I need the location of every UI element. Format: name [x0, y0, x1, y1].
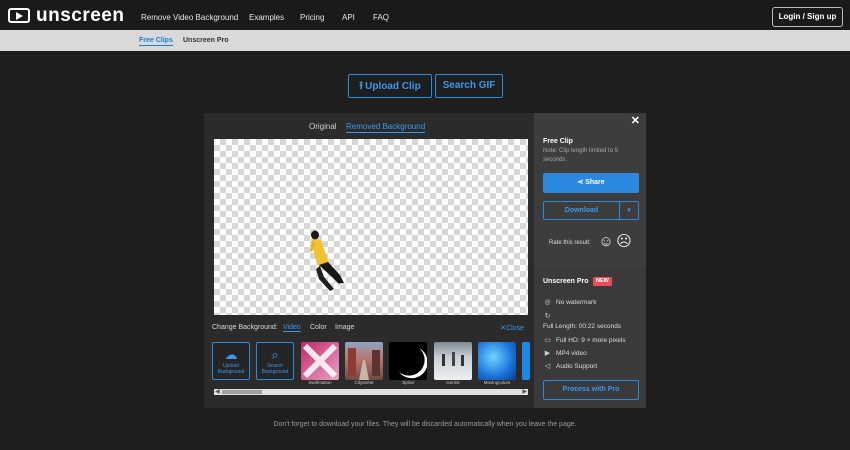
upload-clip-label: Upload Clip [365, 81, 421, 92]
spiral-shape [399, 348, 427, 379]
feature-audio: ◁ Audio Support [543, 362, 597, 370]
bg-thumb-swirlmation[interactable] [301, 342, 339, 380]
tab-original[interactable]: Original [309, 122, 337, 131]
share-button[interactable]: ⋖ Share [543, 173, 639, 193]
feature-label: Audio Support [556, 363, 598, 370]
feature-no-watermark: ◎ No watermark [543, 298, 596, 306]
sad-face-icon[interactable]: ☹ [616, 234, 632, 250]
tab-removed-background[interactable]: Removed Background [346, 122, 426, 133]
video-file-icon: ▶ [544, 350, 551, 357]
upload-icon: ⭱ [359, 80, 364, 92]
monitor-icon: ▭ [544, 337, 551, 344]
free-clip-section: ✕ Free Clip Note: Clip length limited to… [534, 113, 646, 267]
bg-thumb-caption: Movingcolors [483, 380, 511, 385]
close-label: Close [506, 325, 524, 332]
nav-link-remove-video-background[interactable]: Remove Video Background [141, 13, 238, 22]
happy-face-icon[interactable]: ☺ [598, 234, 614, 250]
free-clip-title: Free Clip [543, 138, 573, 145]
new-badge: NEW [593, 277, 612, 286]
bg-thumb-caption: Swirlmation [308, 380, 332, 385]
bg-thumb-spiral[interactable] [389, 342, 427, 380]
close-icon[interactable]: ✕ [631, 114, 640, 127]
nav-link-examples[interactable]: Examples [249, 13, 284, 22]
login-signup-button[interactable]: Login / Sign up [772, 7, 843, 27]
share-label: Share [585, 179, 605, 186]
change-background-row: Change Background: Video Color Image ✕Cl… [212, 324, 530, 336]
subject-figure [310, 230, 346, 291]
view-tabs: Original Removed Background [204, 122, 534, 136]
sub-nav: Free Clips Unscreen Pro [0, 30, 850, 51]
bg-option-image[interactable]: Image [335, 324, 354, 331]
result-side-panel: ✕ Free Clip Note: Clip length limited to… [534, 113, 646, 408]
unscreen-pro-title: Unscreen Pro [543, 278, 589, 285]
bg-thumb-caption: Citystreet [354, 380, 374, 385]
bg-thumb-partial[interactable] [522, 342, 530, 380]
scroll-right-icon[interactable]: ▶ [522, 388, 527, 395]
search-background-button[interactable]: ⌕ Search Background [256, 342, 294, 380]
bg-thumb-caption: Spiral [402, 380, 414, 385]
upload-background-label: Upload Background [217, 363, 245, 375]
thumbnail-scrollbar[interactable]: ◀ ▶ [214, 389, 528, 395]
upload-background-button[interactable]: ☁ Upload Background [212, 342, 250, 380]
feature-label: MP4 video [556, 350, 587, 357]
search-icon: ⌕ [271, 347, 279, 362]
editor-panel: Original Removed Background Change Backg… [204, 113, 534, 408]
feature-label: No watermark [556, 299, 597, 306]
close-background-panel-link[interactable]: ✕Close [500, 324, 524, 332]
chevron-down-icon[interactable]: ▾ [620, 201, 639, 220]
speaker-icon: ◁ [544, 363, 551, 370]
street-shape [348, 348, 380, 380]
top-nav: unscreen Remove Video Background Example… [0, 0, 850, 30]
icerink-shape [442, 352, 464, 366]
download-reminder: Don't forget to download your files. The… [273, 421, 577, 428]
upload-clip-button[interactable]: ⭱ Upload Clip [348, 74, 432, 98]
bg-thumb-icerink[interactable] [434, 342, 472, 380]
scroll-left-icon[interactable]: ◀ [215, 388, 220, 395]
logo[interactable]: unscreen [8, 5, 125, 26]
feature-full-length: Full Length: 00:22 seconds [543, 323, 622, 330]
bg-thumb-movingcolors[interactable] [478, 342, 516, 380]
rate-result-label: Rate this result: [549, 240, 591, 246]
search-background-label: Search Background [261, 363, 289, 375]
bg-thumb-citystreet[interactable] [345, 342, 383, 380]
play-icon [8, 8, 30, 23]
tab-free-clips[interactable]: Free Clips [139, 37, 173, 46]
background-thumbnails: ☁ Upload Background ⌕ Search Background … [212, 342, 530, 390]
nav-link-api[interactable]: API [342, 13, 355, 22]
preview-canvas[interactable] [214, 139, 528, 315]
globe-icon: ◎ [544, 299, 551, 306]
bg-option-video[interactable]: Video [283, 324, 301, 332]
feature-label: Full HD: 9 × more pixels [556, 337, 626, 344]
process-with-pro-button[interactable]: Process with Pro [543, 380, 639, 400]
scroll-thumb[interactable] [222, 390, 262, 394]
share-icon: ⋖ [577, 179, 586, 186]
feature-mp4: ▶ MP4 video [543, 349, 587, 357]
change-background-label: Change Background: [212, 324, 278, 331]
free-clip-note: Note: Clip length limited to 5 seconds. [543, 148, 619, 163]
bg-option-color[interactable]: Color [310, 324, 327, 331]
download-button[interactable]: Download [543, 201, 620, 220]
bg-thumb-caption: Icerink [446, 380, 460, 385]
nav-link-pricing[interactable]: Pricing [300, 13, 324, 22]
search-gif-button[interactable]: Search GIF [435, 74, 503, 98]
upload-background-icon: ☁ [224, 347, 238, 362]
feature-full-length-icon-row: ↻ [543, 312, 556, 320]
brand-name: unscreen [36, 5, 125, 26]
refresh-icon: ↻ [544, 313, 551, 320]
feature-full-hd: ▭ Full HD: 9 × more pixels [543, 336, 626, 344]
tab-unscreen-pro[interactable]: Unscreen Pro [183, 37, 229, 44]
nav-link-faq[interactable]: FAQ [373, 13, 389, 22]
swirl-shape [302, 343, 338, 379]
